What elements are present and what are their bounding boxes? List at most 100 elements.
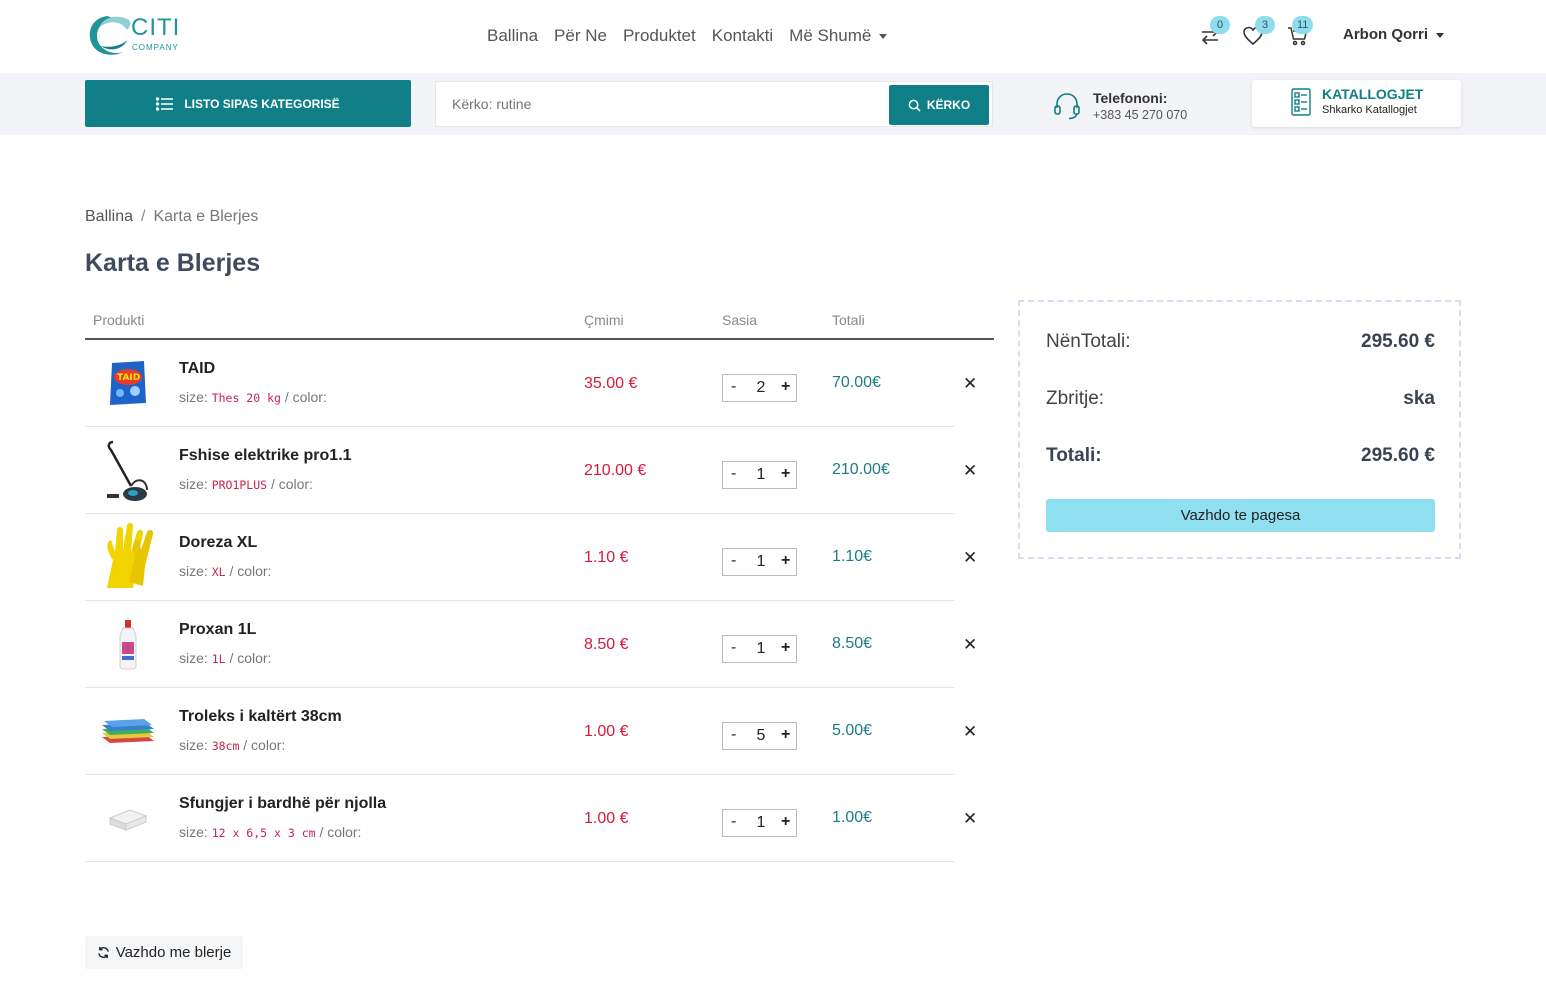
size-value: 38cm bbox=[211, 739, 240, 753]
product-image-bottle bbox=[119, 620, 137, 670]
product-image[interactable] bbox=[95, 609, 161, 679]
increase-qty-button[interactable]: + bbox=[781, 813, 790, 831]
quantity-value[interactable]: 2 bbox=[754, 379, 768, 397]
user-name: Arbon Qorri bbox=[1343, 26, 1428, 43]
product-meta: size: XL / color: bbox=[179, 563, 271, 579]
product-image[interactable] bbox=[95, 522, 161, 592]
size-value: PRO1PLUS bbox=[211, 478, 268, 492]
decrease-qty-button[interactable]: - bbox=[731, 639, 743, 657]
close-icon[interactable]: ✕ bbox=[963, 722, 977, 742]
line-total: 5.00€ bbox=[832, 722, 873, 739]
product-name[interactable]: Proxan 1L bbox=[179, 621, 256, 639]
phone-label: Telefononi: bbox=[1093, 90, 1168, 106]
line-total: 8.50€ bbox=[832, 635, 873, 652]
continue-shopping-button[interactable]: Vazhdo me blerje bbox=[85, 936, 243, 969]
search-input[interactable] bbox=[436, 82, 886, 126]
product-image[interactable] bbox=[95, 696, 161, 766]
category-list-label: LISTO SIPAS KATEGORISË bbox=[184, 96, 340, 111]
decrease-qty-button[interactable]: - bbox=[731, 378, 743, 396]
size-label: size: bbox=[179, 389, 208, 405]
size-label: size: bbox=[179, 824, 208, 840]
user-menu[interactable]: Arbon Qorri bbox=[1343, 26, 1444, 43]
close-icon[interactable]: ✕ bbox=[963, 548, 977, 568]
nav-item-per-ne[interactable]: Për Ne bbox=[554, 26, 607, 46]
decrease-qty-button[interactable]: - bbox=[731, 813, 743, 831]
decrease-qty-button[interactable]: - bbox=[731, 552, 743, 570]
product-image[interactable] bbox=[95, 435, 161, 505]
nav-item-ballina[interactable]: Ballina bbox=[487, 26, 538, 46]
logo-tagline: COMPANY bbox=[132, 43, 179, 52]
product-image-taid: TAID bbox=[110, 361, 146, 405]
list-icon bbox=[156, 96, 174, 111]
increase-qty-button[interactable]: + bbox=[781, 639, 790, 657]
decrease-qty-button[interactable]: - bbox=[731, 726, 743, 744]
product-name[interactable]: Sfungjer i bardhë për njolla bbox=[179, 795, 386, 813]
quantity-value[interactable]: 1 bbox=[754, 466, 768, 484]
increase-qty-button[interactable]: + bbox=[781, 378, 790, 396]
nav-item-kontakti[interactable]: Kontakti bbox=[712, 26, 773, 46]
decrease-qty-button[interactable]: - bbox=[731, 465, 743, 483]
quantity-value[interactable]: 1 bbox=[754, 814, 768, 832]
subtotal-value: 295.60 € bbox=[1361, 331, 1435, 352]
product-image-sponge bbox=[108, 809, 148, 831]
color-label: / color: bbox=[319, 824, 362, 840]
product-price: 35.00 € bbox=[584, 375, 638, 392]
discount-value: ska bbox=[1403, 388, 1435, 409]
product-image-cloths bbox=[102, 719, 154, 743]
search-button[interactable]: KËRKO bbox=[889, 85, 989, 125]
color-label: / color: bbox=[229, 650, 272, 666]
cart-count-badge: 11 bbox=[1292, 16, 1314, 34]
cart-row: Proxan 1L size: 1L / color: 8.50 € - 1 +… bbox=[85, 601, 977, 688]
breadcrumb-current: Karta e Blerjes bbox=[153, 208, 259, 225]
size-label: size: bbox=[179, 476, 208, 492]
quantity-stepper: - 1 + bbox=[722, 548, 797, 576]
headset-icon bbox=[1054, 93, 1080, 120]
search-icon bbox=[908, 99, 921, 112]
nav-item-produktet[interactable]: Produktet bbox=[623, 26, 696, 46]
product-name[interactable]: Doreza XL bbox=[179, 534, 257, 552]
total-value: 295.60 € bbox=[1361, 445, 1435, 466]
continue-shopping-label: Vazhdo me blerje bbox=[115, 944, 232, 961]
svg-text:TAID: TAID bbox=[117, 373, 140, 383]
refresh-icon bbox=[97, 946, 109, 959]
search-box: KËRKO bbox=[435, 81, 993, 127]
wishlist-count-badge: 3 bbox=[1255, 16, 1275, 34]
product-image-vacuum bbox=[107, 440, 148, 501]
product-name[interactable]: Troleks i kaltërt 38cm bbox=[179, 708, 342, 726]
category-list-button[interactable]: LISTO SIPAS KATEGORISË bbox=[85, 80, 411, 127]
product-image[interactable]: TAID bbox=[95, 348, 161, 418]
discount-label: Zbritje: bbox=[1046, 388, 1105, 409]
breadcrumb-home[interactable]: Ballina bbox=[85, 208, 133, 225]
close-icon[interactable]: ✕ bbox=[963, 809, 977, 829]
color-label: / color: bbox=[284, 389, 327, 405]
product-name[interactable]: Fshise elektrike pro1.1 bbox=[179, 447, 352, 465]
catalog-download-button[interactable]: KATALLOGJET Shkarko Katallogjet bbox=[1252, 80, 1461, 127]
phone-number[interactable]: +383 45 270 070 bbox=[1093, 108, 1187, 122]
chevron-down-icon bbox=[1436, 32, 1444, 38]
close-icon[interactable]: ✕ bbox=[963, 374, 977, 394]
nav-item-me-shume[interactable]: Më Shumë bbox=[789, 26, 888, 46]
size-value: Thes 20 kg bbox=[211, 391, 281, 405]
cart-row: Troleks i kaltërt 38cm size: 38cm / colo… bbox=[85, 688, 977, 775]
nav-item-me-shume-label: Më Shumë bbox=[789, 26, 872, 45]
logo-text[interactable]: CITI bbox=[131, 14, 180, 42]
increase-qty-button[interactable]: + bbox=[781, 465, 790, 483]
product-name[interactable]: TAID bbox=[179, 360, 215, 378]
product-image[interactable] bbox=[95, 783, 161, 853]
quantity-value[interactable]: 5 bbox=[754, 727, 768, 745]
close-icon[interactable]: ✕ bbox=[963, 461, 977, 481]
quantity-stepper: - 1 + bbox=[722, 809, 797, 837]
cart-row: Doreza XL size: XL / color: 1.10 € - 1 +… bbox=[85, 514, 977, 601]
product-meta: size: Thes 20 kg / color: bbox=[179, 389, 327, 405]
increase-qty-button[interactable]: + bbox=[781, 726, 790, 744]
size-value: 1L bbox=[211, 652, 226, 666]
increase-qty-button[interactable]: + bbox=[781, 552, 790, 570]
line-total: 1.10€ bbox=[832, 548, 873, 565]
close-icon[interactable]: ✕ bbox=[963, 635, 977, 655]
checkout-button[interactable]: Vazhdo te pagesa bbox=[1046, 499, 1435, 532]
product-price: 1.00 € bbox=[584, 810, 629, 827]
quantity-value[interactable]: 1 bbox=[754, 553, 768, 571]
header-price: Çmimi bbox=[584, 312, 624, 328]
product-image-gloves bbox=[107, 523, 154, 588]
quantity-value[interactable]: 1 bbox=[754, 640, 768, 658]
